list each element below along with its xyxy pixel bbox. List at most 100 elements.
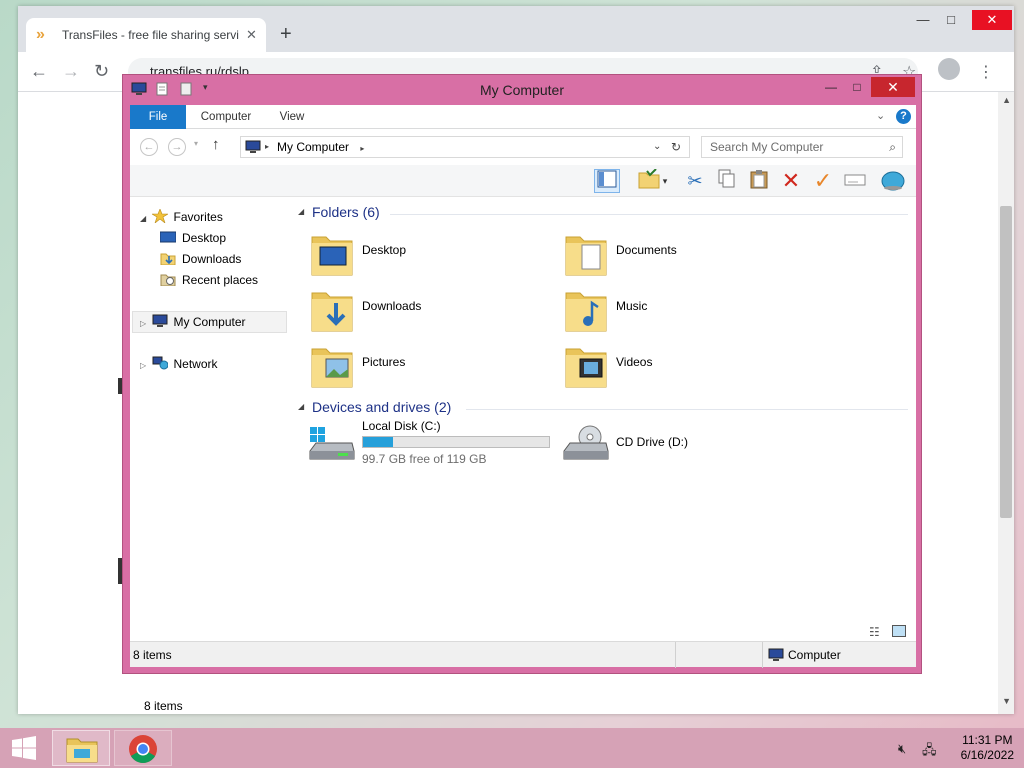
star-icon [150,208,169,224]
network-tray-icon[interactable]: 🖧︎ [922,741,937,763]
collapse-group-icon[interactable]: ◢ [298,402,304,411]
back-icon[interactable]: ← [140,138,158,156]
group-divider [390,214,908,215]
minimize-icon[interactable]: — [908,12,938,27]
nav-item-desktop[interactable]: Desktop [159,228,227,249]
explorer-titlebar[interactable]: ▾ My Computer — □ ✕ [123,75,921,105]
folder-label: Videos [616,355,653,369]
collapsed-arrow-icon[interactable]: ▷ [140,319,146,328]
recent-locations-icon[interactable]: ▾ [194,139,198,148]
disk-usage-bar [362,436,550,448]
expand-ribbon-icon[interactable]: ⌄ [876,109,885,122]
explorer-content: ◢ Favorites Desktop Downloads Recent pla… [130,197,916,713]
address-row: ← → ▾ ↑ ▸ My Computer ▸ ⌄ ↻ Search My Co… [130,129,916,165]
search-placeholder: Search My Computer [710,140,824,154]
scroll-down-icon[interactable]: ▼ [1002,696,1011,706]
devices-group-header[interactable]: Devices and drives (2) [312,399,451,415]
taskbar-chrome[interactable] [114,730,172,766]
tab-computer[interactable]: Computer [192,105,260,129]
delete-icon[interactable]: ✕ [778,169,804,193]
nav-label: Network [173,357,218,371]
status-items-count: 8 items [133,648,172,662]
file-explorer-icon [66,738,98,763]
scroll-thumb[interactable] [1000,206,1012,518]
drive-name: Local Disk (C:) [362,419,441,433]
pictures-folder-icon [311,348,353,388]
taskbar-file-explorer[interactable] [52,730,110,766]
hard-drive-icon [309,427,355,460]
explorer-window: ▾ My Computer — □ ✕ File Computer View ⌄… [122,74,922,713]
tab-close-icon[interactable]: ✕ [246,27,257,43]
close-icon[interactable]: ✕ [972,10,1012,30]
maximize-icon[interactable]: □ [936,12,966,27]
nav-item-network[interactable]: ▷ Network [140,354,218,375]
menu-kebab-icon[interactable]: ⋮ [978,62,994,82]
address-dropdown-icon[interactable]: ⌄ [653,137,661,157]
back-icon[interactable]: ← [30,62,48,80]
nav-label: Favorites [173,210,223,224]
preview-pane-icon[interactable] [594,169,620,193]
expanded-arrow-icon[interactable]: ◢ [140,214,146,223]
address-bar[interactable]: ▸ My Computer ▸ ⌄ ↻ [240,136,690,158]
nav-item-my-computer[interactable]: ▷ My Computer [140,312,246,333]
volume-muted-icon[interactable]: 🔇︎ [898,741,906,757]
folder-desktop[interactable]: Desktop [310,227,560,279]
profile-avatar-icon[interactable] [938,58,960,80]
paste-icon[interactable] [746,169,772,193]
minimize-icon[interactable]: — [817,77,845,97]
folder-music[interactable]: Music [564,283,814,335]
taskbar: 🔇︎ 🖧︎ 11:31 PM 6/16/2022 [0,728,1024,768]
details-view-icon[interactable]: ☷ [869,625,880,639]
tab-view[interactable]: View [268,105,316,129]
disk-usage-fill [363,437,394,447]
help-icon[interactable]: ? [896,109,911,124]
nav-item-recent-places[interactable]: Recent places [160,270,258,291]
videos-folder-icon [565,348,607,388]
forward-icon[interactable]: → [168,138,186,156]
folder-label: Documents [616,243,677,257]
browser-tab[interactable]: » TransFiles - free file sharing servi ✕ [26,18,266,52]
scroll-up-icon[interactable]: ▲ [1002,95,1011,105]
copy-icon[interactable] [714,169,740,193]
tab-file[interactable]: File [130,105,186,129]
refresh-icon[interactable]: ↻ [671,137,681,157]
address-text: My Computer [277,140,350,154]
command-toolbar: ▾ ✂ ✕ ✓ [130,165,916,197]
rename-check-icon[interactable]: ✓ [810,169,836,193]
clock[interactable]: 11:31 PM 6/16/2022 [961,733,1014,763]
breadcrumb-arrow-icon[interactable]: ▸ [360,144,364,153]
window-title: My Computer [479,82,565,98]
network-icon [152,356,168,370]
search-input[interactable]: Search My Computer ⌕ [701,136,903,158]
dropdown-arrow-icon[interactable]: ▾ [658,169,672,193]
start-button[interactable] [0,728,48,768]
status-divider [675,642,676,668]
nav-label: Downloads [182,252,242,266]
forward-icon[interactable]: → [62,62,80,80]
folders-group-header[interactable]: Folders (6) [312,204,380,220]
large-icons-view-icon[interactable] [892,625,906,637]
folder-videos[interactable]: Videos [564,339,814,391]
maximize-icon[interactable]: □ [843,77,871,97]
navigation-pane: ◢ Favorites Desktop Downloads Recent pla… [130,197,290,641]
up-icon[interactable]: ↑ [212,136,220,153]
breadcrumb-arrow-icon[interactable]: ▸ [265,137,269,157]
folder-downloads[interactable]: Downloads [310,283,560,335]
new-tab-button[interactable]: + [280,24,292,44]
folder-documents[interactable]: Documents [564,227,814,279]
collapse-group-icon[interactable]: ◢ [298,207,304,216]
nav-item-favorites[interactable]: ◢ Favorites [140,207,223,228]
search-icon[interactable]: ⌕ [889,137,896,157]
cut-icon[interactable]: ✂ [682,169,708,193]
nav-label: Desktop [182,231,227,245]
reload-icon[interactable]: ↻ [94,62,109,80]
rename-field-icon[interactable] [842,169,868,193]
folder-pictures[interactable]: Pictures [310,339,560,391]
network-globe-icon[interactable] [880,169,906,193]
collapsed-arrow-icon[interactable]: ▷ [140,361,146,370]
drive-local-disk-c[interactable]: Local Disk (C:) 99.7 GB free of 119 GB [308,419,558,475]
downloads-folder-icon [311,292,353,332]
close-icon[interactable]: ✕ [871,77,915,97]
drive-cd-d[interactable]: CD Drive (D:) [562,419,812,475]
nav-item-downloads[interactable]: Downloads [160,249,241,270]
